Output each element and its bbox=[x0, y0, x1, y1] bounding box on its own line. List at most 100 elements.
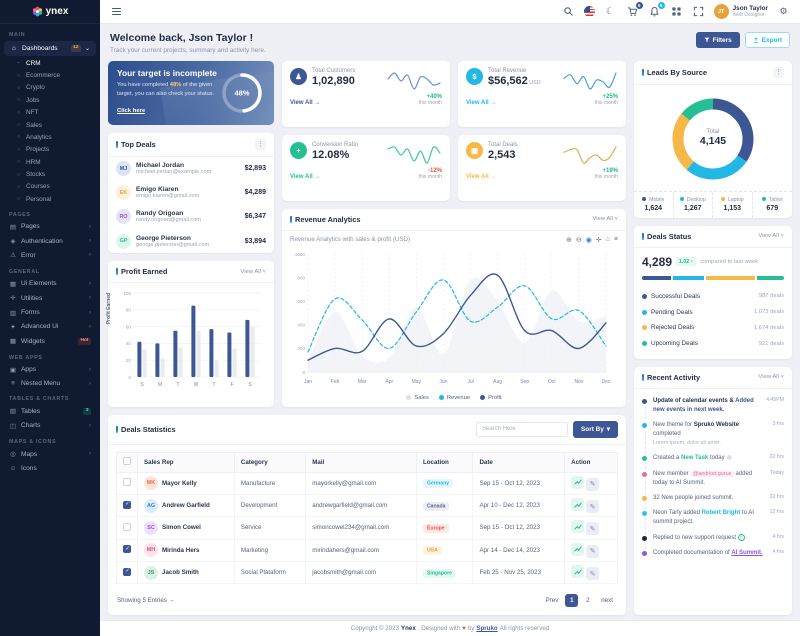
activity-time: 12 hrs bbox=[770, 509, 784, 526]
sidebar-item-widgets[interactable]: ▩WidgetsHot bbox=[0, 334, 100, 348]
sidebar-item-tables[interactable]: ▧Tables3 bbox=[0, 404, 100, 418]
column-header-date: Date bbox=[473, 452, 565, 472]
sidebar-item-charts[interactable]: ◫Charts› bbox=[0, 419, 100, 433]
sidebar-subitem-courses[interactable]: ○Courses bbox=[0, 181, 100, 193]
edit-action-button[interactable]: ✎ bbox=[586, 500, 599, 513]
pan-icon[interactable]: ✛ bbox=[596, 236, 602, 244]
app-logo[interactable]: ynex bbox=[0, 0, 100, 24]
sidebar-item-authentication[interactable]: ◈Authentication› bbox=[0, 234, 100, 248]
target-click-here-link[interactable]: Click here bbox=[117, 108, 145, 114]
activity-link[interactable]: New Task bbox=[681, 455, 708, 461]
sidebar-subitem-stocks[interactable]: ○Stocks bbox=[0, 168, 100, 180]
fullscreen-icon[interactable] bbox=[692, 5, 705, 18]
sidebar-subitem-jobs[interactable]: ○Jobs bbox=[0, 94, 100, 106]
sidebar-subitem-sales[interactable]: ○Sales bbox=[0, 119, 100, 131]
top-deals-menu-icon[interactable]: ⋮ bbox=[255, 139, 266, 150]
stat-view-all-link[interactable]: View All bbox=[290, 100, 320, 106]
edit-action-button[interactable]: ✎ bbox=[586, 478, 599, 491]
chart-action-button[interactable] bbox=[571, 543, 584, 556]
sidebar-item-forms[interactable]: ▥Forms› bbox=[0, 305, 100, 319]
row-checkbox[interactable] bbox=[123, 545, 131, 553]
apps-grid-icon[interactable] bbox=[670, 5, 683, 18]
row-checkbox[interactable] bbox=[123, 568, 131, 576]
sidebar-item-ui-elements[interactable]: ▦Ui Elements› bbox=[0, 277, 100, 291]
sidebar-subitem-crm[interactable]: –CRM bbox=[0, 57, 100, 69]
dark-mode-icon[interactable]: ☾ bbox=[604, 5, 617, 18]
activity-link[interactable]: AI Summit. bbox=[731, 550, 762, 556]
deal-email: michael.jordan@example.com bbox=[136, 169, 240, 175]
stat-view-all-link[interactable]: View All bbox=[290, 174, 320, 180]
sidebar-item-dashboards[interactable]: ⌂Dashboards12⌄ bbox=[4, 41, 96, 56]
sidebar-item-error[interactable]: ⚠Error› bbox=[0, 248, 100, 262]
language-flag-icon[interactable] bbox=[584, 6, 595, 17]
zoom-out-icon[interactable]: ⊖ bbox=[576, 236, 582, 244]
pagination-next[interactable]: next bbox=[597, 595, 617, 606]
row-select-cell bbox=[117, 494, 138, 516]
stat-view-all-link[interactable]: View All bbox=[466, 174, 496, 180]
pagination-prev[interactable]: Prev bbox=[542, 595, 563, 606]
chart-action-button[interactable] bbox=[571, 498, 584, 511]
footer-link[interactable]: Spruko bbox=[476, 625, 497, 632]
edit-action-button[interactable]: ✎ bbox=[586, 522, 599, 535]
sidebar-item-maps[interactable]: ◎Maps› bbox=[0, 447, 100, 461]
sidebar-subitem-crypto[interactable]: ○Crypto bbox=[0, 82, 100, 94]
edit-action-button[interactable]: ✎ bbox=[586, 567, 599, 580]
revenue-analytics-view-all[interactable]: View All bbox=[592, 216, 618, 222]
chart-action-button[interactable] bbox=[571, 565, 584, 578]
sidebar-item-pages[interactable]: ▤Pages› bbox=[0, 220, 100, 234]
sidebar-item-nested-menu[interactable]: ≡Nested Menu› bbox=[0, 377, 100, 390]
export-button[interactable]: Export bbox=[745, 32, 790, 48]
row-checkbox[interactable] bbox=[123, 501, 131, 509]
cart-icon[interactable]: 5 bbox=[626, 5, 639, 18]
svg-text:20: 20 bbox=[126, 358, 132, 363]
selection-zoom-icon[interactable]: ◉ bbox=[586, 236, 592, 244]
icons-icon: ☺ bbox=[9, 465, 17, 472]
row-checkbox[interactable] bbox=[123, 478, 131, 486]
stat-view-all-link[interactable]: View All bbox=[466, 100, 496, 106]
search-icon[interactable] bbox=[562, 5, 575, 18]
activity-item: New theme for Spruko Website completedLo… bbox=[642, 418, 784, 451]
user-profile-chip[interactable]: JTJson TaylorWeb Designer bbox=[714, 4, 768, 19]
stat-change: +19%this month bbox=[595, 168, 619, 180]
settings-gear-icon[interactable]: ⚙ bbox=[777, 5, 790, 18]
deals-status-view-all[interactable]: View All bbox=[758, 233, 784, 239]
pagination-page-2[interactable]: 2 bbox=[581, 594, 594, 607]
leads-menu-icon[interactable]: ⋮ bbox=[773, 67, 784, 78]
row-checkbox[interactable] bbox=[123, 523, 131, 531]
chart-action-button[interactable] bbox=[571, 476, 584, 489]
activity-item: Created a New Task today 22 hrs bbox=[642, 451, 784, 467]
zoom-in-icon[interactable]: ⊕ bbox=[566, 236, 572, 244]
edit-action-button[interactable]: ✎ bbox=[586, 545, 599, 558]
sidebar-item-advanced-ui[interactable]: ✦Advanced Ui› bbox=[0, 320, 100, 334]
activity-link[interactable]: Robert Bright bbox=[702, 510, 741, 516]
filters-button[interactable]: Filters bbox=[696, 32, 740, 48]
reset-zoom-icon[interactable]: ⌂ bbox=[606, 236, 610, 243]
chart-action-button[interactable] bbox=[571, 520, 584, 533]
ui-elements-icon: ▦ bbox=[9, 280, 17, 288]
select-all-checkbox[interactable] bbox=[123, 457, 131, 465]
sidebar-subitem-hrm[interactable]: ○HRM bbox=[0, 156, 100, 168]
sidebar-subitem-analytics[interactable]: ○Analytics bbox=[0, 131, 100, 143]
search-input[interactable] bbox=[476, 422, 568, 437]
sidebar-subitem-nft[interactable]: ○NFT bbox=[0, 107, 100, 119]
legend-dot bbox=[439, 395, 444, 400]
location-badge: USA bbox=[423, 546, 442, 555]
pagination-page-1[interactable]: 1 bbox=[565, 594, 578, 607]
svg-text:T: T bbox=[176, 382, 179, 388]
bullet-icon: ○ bbox=[17, 134, 22, 140]
menu-toggle-icon[interactable] bbox=[110, 4, 123, 18]
sidebar-item-apps[interactable]: ▣Apps› bbox=[0, 363, 100, 377]
sort-by-button[interactable]: Sort By▾ bbox=[573, 421, 618, 438]
sidebar-subitem-ecommerce[interactable]: ○Ecommerce bbox=[0, 69, 100, 81]
revenue-analytics-chart: JanFebMarAprMayJunJulAugSepOctNovDec1000… bbox=[282, 244, 626, 394]
deals-status-item: Successful Deals987 deals bbox=[642, 289, 784, 305]
sidebar-item-icons[interactable]: ☺Icons bbox=[0, 461, 100, 474]
table-row: AGAndrew GarfieldDevelopmentandrewgarfie… bbox=[117, 494, 618, 516]
sidebar-item-utilities[interactable]: ✛Utilities› bbox=[0, 291, 100, 305]
menu-icon[interactable]: ≡ bbox=[614, 236, 618, 243]
profit-earned-view-all[interactable]: View All bbox=[240, 269, 266, 275]
sidebar-subitem-personal[interactable]: ○Personal bbox=[0, 193, 100, 205]
sidebar-subitem-projects[interactable]: ○Projects bbox=[0, 144, 100, 156]
recent-activity-view-all[interactable]: View All bbox=[758, 374, 784, 380]
notifications-icon[interactable]: 5 bbox=[648, 5, 661, 18]
